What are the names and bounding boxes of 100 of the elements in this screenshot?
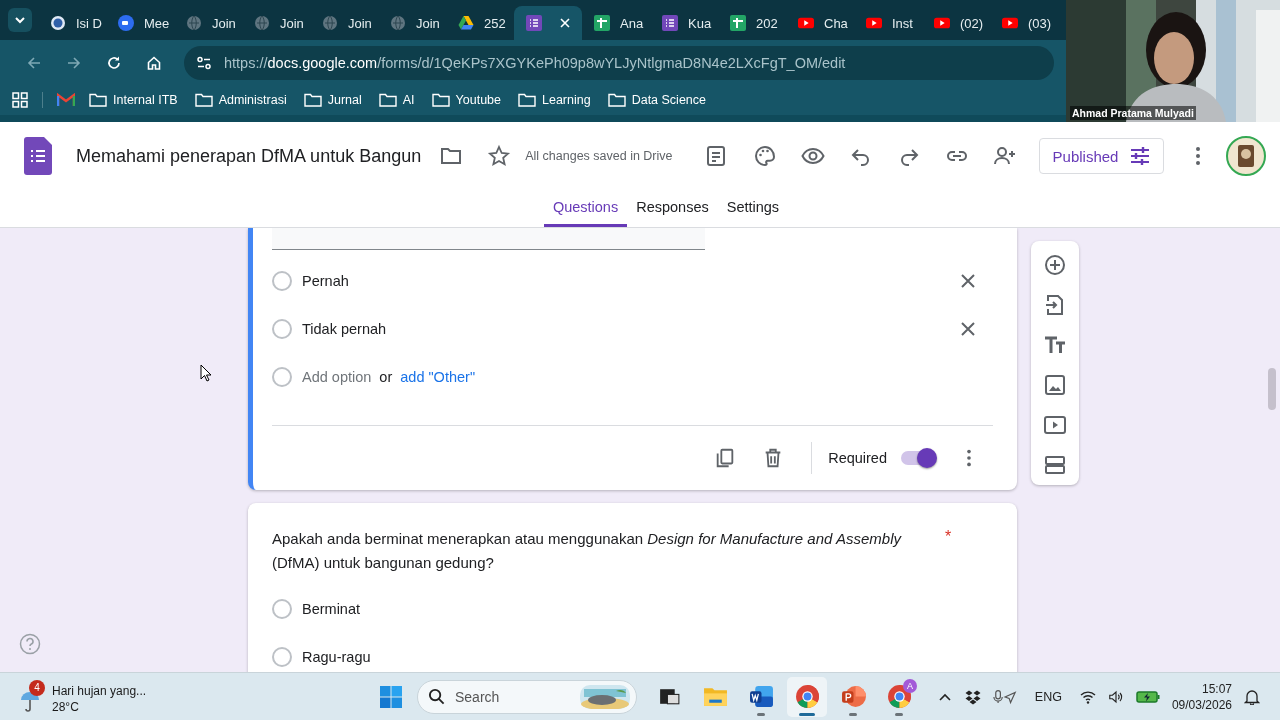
temperature: 28°C [52,699,80,714]
taskbar-app[interactable]: A [879,676,919,717]
play-logo-icon [1002,15,1018,31]
bookmark[interactable]: AI [378,93,415,107]
weather-widget[interactable]: 4 Hari hujan yang... 28°C [0,677,240,716]
browser-tab[interactable]: Join [378,6,446,40]
form-tab[interactable]: Settings [717,190,789,227]
folder-icon [607,93,626,107]
notification-bell-icon[interactable] [1244,688,1260,705]
required-toggle[interactable] [901,451,935,465]
search-field[interactable]: Search [417,679,637,714]
video-icon[interactable] [1043,413,1067,437]
radio-button[interactable] [272,647,292,667]
option-label[interactable]: Ragu-ragu [302,649,371,665]
sheets-logo-icon [730,15,746,31]
globe-icon [254,15,270,31]
browser-logo-icon [794,684,820,709]
folder-icon [378,93,397,107]
tab-search-button[interactable] [8,8,32,32]
drive-logo-icon [458,15,474,31]
word-logo-icon [748,684,774,709]
forms-logo-icon [526,15,542,31]
save-status: All changes saved in Drive [525,149,673,163]
url-text: https://docs.google.com/forms/d/1QeKPs7XGYKePh09p8wYLJyNtlgmaD8N4e2LXcFgT_OM/edit [224,54,846,71]
browser-tab[interactable]: 252 [446,6,514,40]
bookmark[interactable]: Jurnal [303,93,362,107]
close-icon[interactable] [961,274,975,288]
bookmark[interactable]: Learning [518,93,591,107]
radio-button[interactable] [272,271,292,291]
microphone-location-icon[interactable] [992,688,1017,705]
add-circle-icon[interactable] [1043,253,1067,277]
globe-icon [322,15,338,31]
play-logo-icon [798,15,814,31]
browser-tab[interactable]: Ana [582,6,650,40]
radio-button[interactable] [272,319,292,339]
required-label: Required [828,450,887,466]
browser-logo-icon [886,684,912,709]
clock[interactable]: 15:07 09/03/2026 [1171,681,1232,712]
bookmark[interactable]: Data Science [607,93,706,107]
folder-icon [303,93,322,107]
bookmark[interactable]: Administrasi [194,93,287,107]
mouse-cursor-icon [200,364,212,382]
browser-tab[interactable]: (03) [990,6,1058,40]
battery-icon[interactable] [1135,688,1160,705]
browser-tab[interactable]: Join [310,6,378,40]
browser-tab[interactable]: Mee [106,6,174,40]
folder-icon [89,93,107,107]
browser-tab[interactable] [514,6,582,40]
video-logo-icon [118,15,134,31]
forms-logo-icon [662,15,678,31]
profile-badge: A [903,678,917,693]
empty-circle-icon [272,367,292,387]
published-button[interactable]: Published [1039,138,1164,174]
volume-icon[interactable] [1107,688,1124,705]
folder-icon [194,93,213,107]
site-settings-icon[interactable] [196,54,212,71]
bookmark[interactable]: Youtube [431,93,501,107]
browser-tab[interactable]: Kua [650,6,718,40]
browser-tab[interactable]: (02) [922,6,990,40]
play-logo-icon [866,15,882,31]
language-indicator[interactable]: ENG [1034,689,1062,704]
browser-tab[interactable]: Cha [786,6,854,40]
bookmark[interactable]: Internal ITB [89,93,178,107]
forms-logo-icon[interactable] [24,137,52,175]
close-icon[interactable] [961,322,975,336]
sliders-icon [1130,147,1151,165]
form-title[interactable]: Memahami penerapan DfMA untuk Bangun [76,145,422,167]
required-asterisk: * [945,527,952,547]
section-icon[interactable] [1043,453,1067,477]
image-icon[interactable] [1043,373,1067,397]
browser-tab[interactable]: Inst [854,6,922,40]
form-tab[interactable]: Responses [627,190,718,227]
or-text: or [379,369,393,385]
browser-tab[interactable]: Join [242,6,310,40]
search-icon [428,688,445,705]
radio-button[interactable] [272,599,292,619]
add-option-link[interactable]: Add option [302,369,372,385]
option-label[interactable]: Berminat [302,601,361,617]
dropbox-icon[interactable] [964,688,981,705]
chevron-down-icon [14,14,26,26]
avatar-icon[interactable] [1226,136,1266,176]
option-label[interactable]: Tidak pernah [302,321,961,337]
ring-logo-icon [50,15,66,31]
option-label[interactable]: Pernah [302,273,961,289]
browser-tab[interactable]: 202 [718,6,786,40]
address-bar[interactable]: https://docs.google.com/forms/d/1QeKPs7XGYKePh09p8wYLJyNtlgmaD8N4e2LXcFgT_OM/edit [184,45,1054,80]
apps-grid-icon[interactable] [12,92,28,108]
play-logo-icon [934,15,950,31]
question-input-field[interactable] [272,228,705,250]
folder-icon [518,93,536,107]
mail-icon[interactable] [57,93,75,107]
sheets-logo-icon [594,15,610,31]
question-text: Apakah anda berminat menerapkan atau menggunakan Design for Manufacture and Assembly (DfMA) untuk bangunan gedung? [272,529,903,573]
add-other-link[interactable]: add "Other" [400,369,476,385]
powerpoint-logo-icon [840,684,866,709]
folder-icon [431,93,450,107]
scrollbar-thumb[interactable] [1268,368,1276,410]
browser-tab[interactable]: Join [174,6,242,40]
notification-badge: 4 [29,679,45,696]
browser-tab[interactable]: Isi D [38,6,106,40]
